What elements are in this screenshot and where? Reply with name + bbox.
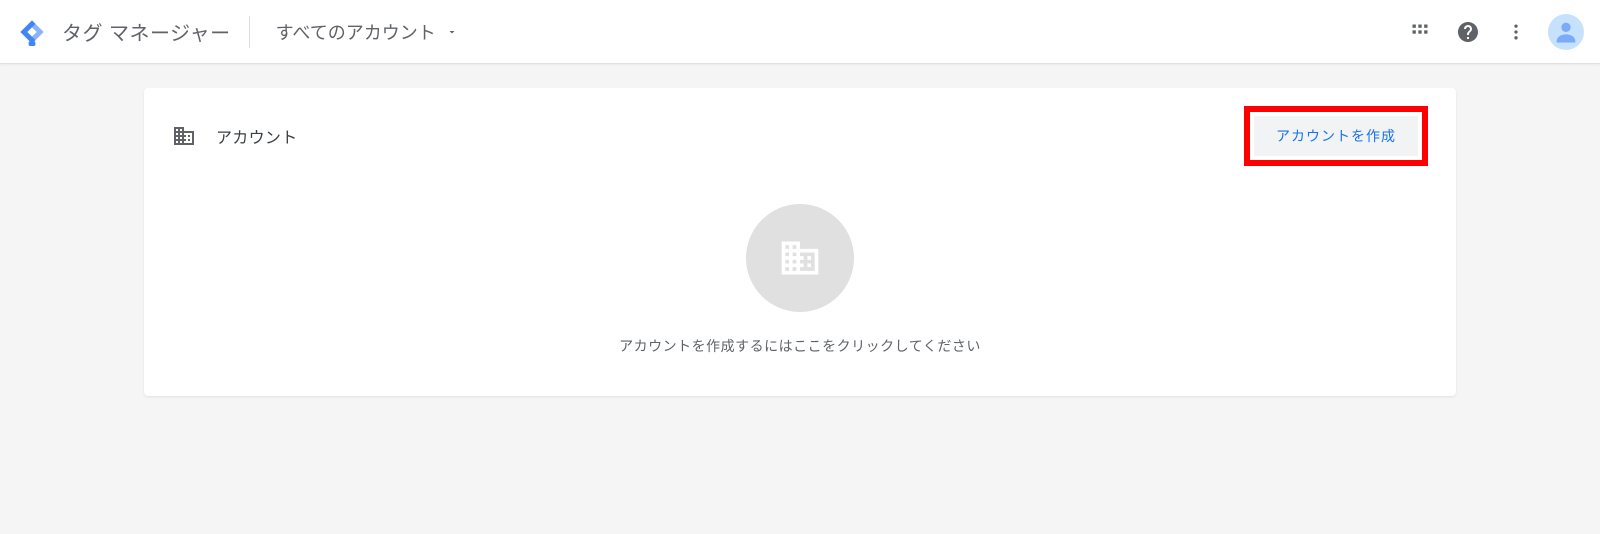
- domain-large-icon: [778, 236, 822, 280]
- empty-state-text: アカウントを作成するにはここをクリックしてください: [619, 336, 981, 356]
- card-header-left: アカウント: [172, 124, 298, 148]
- header-divider: [249, 16, 250, 48]
- tag-manager-logo-icon[interactable]: [16, 16, 48, 48]
- app-title: タグ マネージャー: [62, 17, 231, 46]
- card-header: アカウント アカウントを作成: [144, 88, 1456, 184]
- account-selector-dropdown[interactable]: すべてのアカウント: [268, 13, 466, 51]
- app-header: タグ マネージャー すべてのアカウント: [0, 0, 1600, 64]
- accounts-card: アカウント アカウントを作成 アカウントを作成するにはここをクリックしてください: [144, 88, 1456, 396]
- create-account-button[interactable]: アカウントを作成: [1254, 116, 1418, 156]
- main-content: アカウント アカウントを作成 アカウントを作成するにはここをクリックしてください: [0, 64, 1600, 420]
- apps-grid-icon[interactable]: [1400, 12, 1440, 52]
- empty-state[interactable]: アカウントを作成するにはここをクリックしてください: [144, 184, 1456, 356]
- create-button-highlight: アカウントを作成: [1244, 106, 1428, 166]
- user-avatar[interactable]: [1548, 14, 1584, 50]
- domain-icon: [172, 124, 196, 148]
- more-vert-icon[interactable]: [1496, 12, 1536, 52]
- empty-state-icon-circle: [746, 204, 854, 312]
- chevron-down-icon: [446, 26, 458, 38]
- help-icon[interactable]: [1448, 12, 1488, 52]
- account-selector-label: すべてのアカウント: [276, 19, 436, 45]
- card-title: アカウント: [216, 124, 298, 148]
